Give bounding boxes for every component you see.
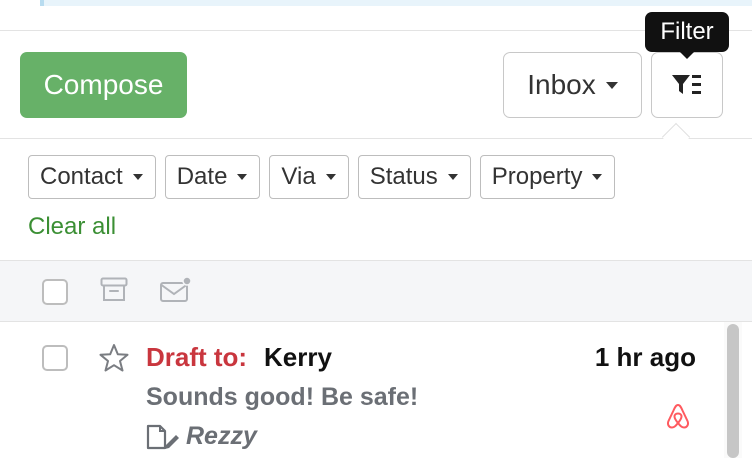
filter-date-dropdown[interactable]: Date (164, 155, 261, 199)
filter-contact-dropdown[interactable]: Contact (28, 155, 156, 199)
caret-down-icon (592, 174, 603, 180)
message-recipient: Kerry (264, 342, 332, 372)
filter-button[interactable] (651, 52, 723, 118)
draft-label: Draft to: (146, 342, 248, 372)
caret-down-icon (132, 174, 143, 180)
filter-status-dropdown[interactable]: Status (357, 155, 471, 199)
filter-chip-label: Status (369, 163, 438, 190)
tooltip-arrow (680, 52, 694, 59)
bulk-actions-bar (0, 260, 752, 322)
filter-list-icon (672, 75, 701, 94)
message-via-name: Rezzy (186, 422, 257, 450)
draft-edit-icon (146, 424, 179, 449)
filter-chip-label: Contact (40, 163, 123, 190)
mailbox-dropdown-label: Inbox (527, 69, 596, 100)
message-time: 1 hr ago (594, 342, 696, 372)
message-checkbox[interactable] (42, 345, 68, 371)
mark-unread-icon[interactable] (159, 276, 193, 304)
filter-property-dropdown[interactable]: Property (479, 155, 616, 199)
filter-via-dropdown[interactable]: Via (269, 155, 349, 199)
message-list-scrollbar[interactable] (724, 322, 742, 458)
filter-chip-label: Property (491, 163, 583, 190)
info-banner-edge (40, 0, 752, 6)
filter-tooltip-text: Filter (660, 18, 714, 45)
divider (0, 138, 752, 139)
mailbox-dropdown[interactable]: Inbox (503, 52, 642, 118)
caret-down-icon (447, 174, 458, 180)
clear-all-filters-link[interactable]: Clear all (28, 213, 116, 241)
filter-tooltip: Filter (645, 12, 729, 52)
caret-down-icon (605, 81, 618, 89)
compose-button[interactable]: Compose (20, 52, 187, 118)
caret-down-icon (325, 174, 336, 180)
message-via: Rezzy (146, 422, 257, 451)
filter-chip-label: Via (281, 163, 316, 190)
filter-chip-label: Date (176, 163, 228, 190)
archive-icon[interactable] (100, 277, 128, 303)
airbnb-icon (666, 404, 690, 429)
star-icon[interactable] (98, 343, 130, 373)
caret-down-icon (237, 174, 248, 180)
scrollbar-thumb[interactable] (727, 324, 739, 458)
filter-chip-row: Contact Date Via Status Property (28, 155, 616, 199)
select-all-checkbox[interactable] (42, 279, 68, 305)
mail-toolbar: Compose Inbox (0, 31, 752, 139)
compose-button-label: Compose (43, 69, 164, 100)
message-preview: Sounds good! Be safe! (146, 383, 419, 411)
